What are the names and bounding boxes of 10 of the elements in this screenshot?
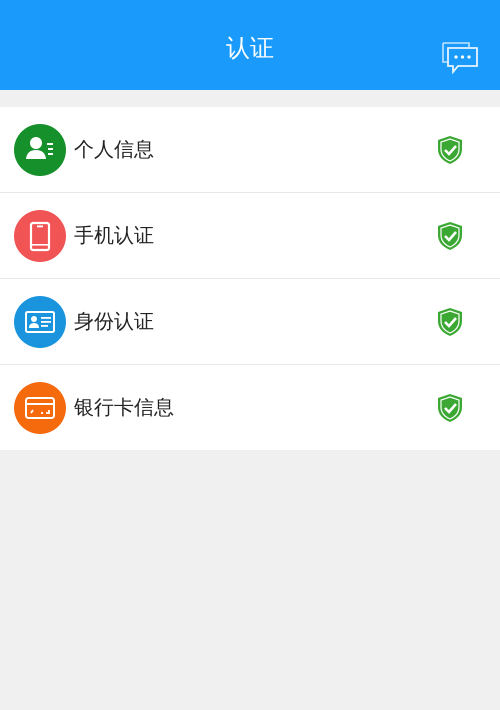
item-label: 个人信息 — [74, 136, 155, 163]
list-item[interactable]: 银行卡信息 — [0, 365, 500, 450]
item-label: 身份认证 — [74, 308, 155, 335]
list-item[interactable]: 身份认证 — [0, 279, 500, 365]
chat-icon[interactable] — [442, 42, 478, 74]
item-label: 银行卡信息 — [74, 394, 175, 421]
page-title: 认证 — [226, 33, 274, 64]
list-item[interactable]: 手机认证 — [0, 193, 500, 279]
item-label: 手机认证 — [74, 222, 155, 249]
list-item[interactable]: 个人信息 — [0, 107, 500, 193]
